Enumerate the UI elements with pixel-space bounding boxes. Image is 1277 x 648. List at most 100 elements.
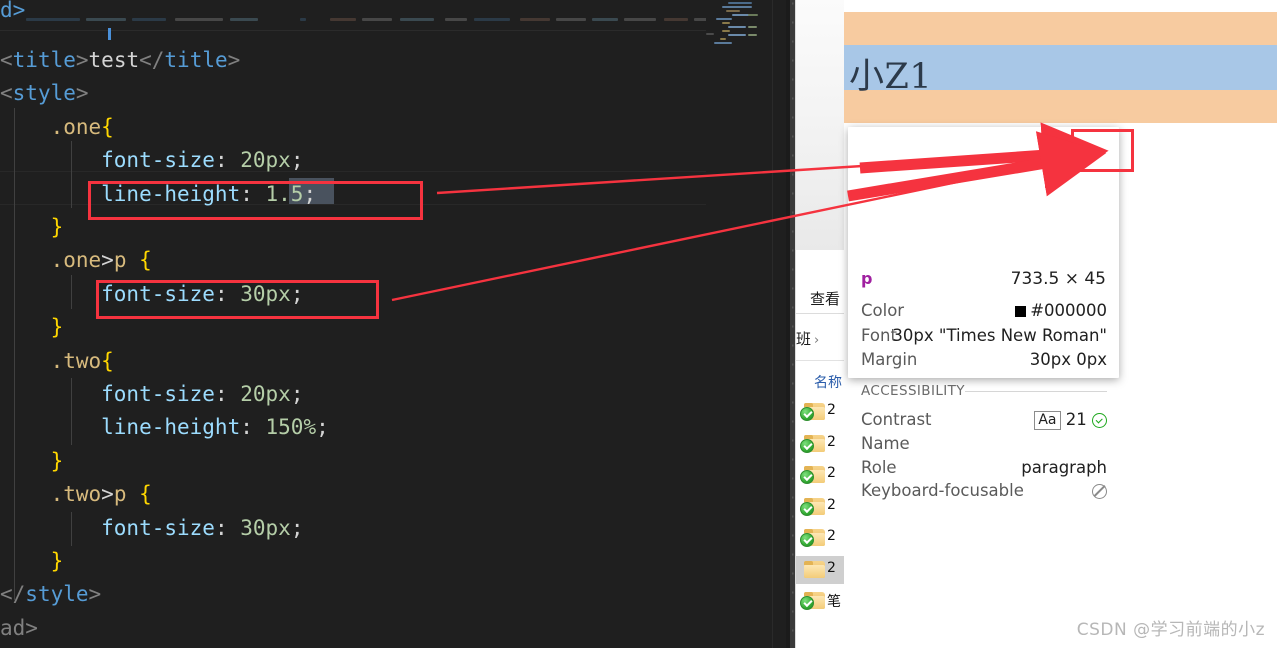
tooltip-font-value: 30px "Times New Roman" (892, 326, 1107, 345)
code-token: { (101, 348, 114, 373)
explorer-breadcrumb[interactable]: 班 › (796, 328, 844, 349)
code-token: > (25, 615, 38, 640)
tooltip-contrast-value: Aa 21 (1034, 410, 1107, 430)
tooltip-role-value: paragraph (1021, 458, 1107, 477)
code-line[interactable]: .two{ (0, 345, 710, 378)
code-token: > (88, 582, 102, 607)
code-line[interactable]: line-height: 150%; (0, 411, 710, 444)
explorer-item-name: 2 (827, 528, 836, 544)
code-token: p (113, 248, 127, 273)
devtools-margin-overlay-top (844, 12, 1277, 45)
code-token: } (0, 215, 64, 239)
explorer-item-name: 2 (827, 496, 836, 513)
explorer-item-name: 2 (827, 559, 836, 576)
tooltip-name-key: Name (861, 434, 910, 453)
code-line[interactable]: .one>p { (0, 244, 710, 277)
sync-check-icon (800, 438, 814, 453)
code-line[interactable]: <title>test</title> (0, 44, 710, 77)
tooltip-row-role: Role paragraph (861, 458, 1107, 483)
explorer-item-name: 2 (827, 465, 836, 481)
code-token: } (0, 448, 64, 473)
tooltip-row-font: Font 30px "Times New Roman" (861, 326, 1107, 351)
explorer-list-item[interactable]: 2 (796, 430, 844, 458)
code-token: style (12, 81, 76, 106)
code-token: test (88, 48, 140, 72)
explorer-list-item[interactable]: 2 (796, 524, 844, 552)
page-paragraph-1: 小Z1 (849, 57, 933, 97)
annotation-box-dimensions (1071, 129, 1134, 172)
code-token: } (0, 549, 64, 573)
code-line[interactable]: .two>p { (0, 478, 710, 511)
folder-icon (804, 560, 825, 578)
code-token: > (101, 482, 114, 507)
tooltip-row-color: Color #000000 (861, 301, 1107, 326)
code-token: font-size (0, 515, 215, 540)
code-token: : (240, 415, 266, 440)
code-line[interactable]: ad> (0, 612, 710, 645)
code-line[interactable]: font-size: 30px; (0, 512, 710, 545)
sync-check-icon (800, 501, 814, 516)
color-swatch-icon (1015, 306, 1027, 317)
editor-minimap[interactable] (706, 0, 768, 648)
sync-check-icon (800, 470, 814, 484)
code-line[interactable]: .one{ (0, 111, 710, 144)
editor-vertical-scrollbar[interactable] (772, 0, 787, 648)
explorer-list-item[interactable]: 2 (796, 493, 844, 521)
code-token: : (214, 382, 241, 406)
tooltip-dimensions: 733.5 × 45 (1010, 269, 1106, 289)
code-editor-pane[interactable]: d> <title>test</title> <style> .one{fon… (0, 0, 790, 648)
code-token: < (0, 81, 13, 106)
chevron-right-icon: › (814, 333, 820, 348)
code-line[interactable]: } (0, 445, 710, 478)
code-token: 150% (265, 415, 317, 440)
code-token: > (75, 81, 89, 106)
tooltip-color-key: Color (861, 301, 905, 320)
code-token: 20px (240, 382, 291, 406)
code-line[interactable]: </style> (0, 578, 710, 611)
explorer-list-item[interactable]: 2 (796, 555, 844, 584)
code-token: p (113, 482, 127, 507)
explorer-item-name: 笔 (827, 594, 841, 610)
explorer-column-header-name[interactable]: 名称 (796, 372, 844, 392)
tooltip-margin-key: Margin (861, 350, 918, 369)
explorer-item-name: 2 (827, 402, 836, 418)
tooltip-margin-value: 30px 0px (1029, 350, 1107, 369)
tooltip-row-keyboard-focusable: Keyboard-focusable (861, 481, 1107, 506)
tooltip-accessibility-rule (965, 391, 1107, 392)
file-explorer-window[interactable]: 查看 班 › 名称 2 2 2 2 2 2 笔 (795, 0, 845, 648)
tooltip-accessibility-header: ACCESSIBILITY (861, 383, 965, 399)
code-token: ad (0, 615, 26, 640)
sync-check-icon (800, 407, 814, 421)
code-line[interactable]: font-size: 20px; (0, 378, 710, 411)
tooltip-color-value: #000000 (1015, 301, 1107, 320)
code-line[interactable]: } (0, 545, 710, 578)
code-token: title (164, 48, 228, 72)
code-token: { (101, 114, 114, 139)
tooltip-role-key: Role (861, 458, 897, 477)
explorer-list-item[interactable]: 2 (796, 398, 844, 426)
screenshot-stage: d> <title>test</title> <style> .one{fon… (0, 0, 1277, 648)
code-token: { (139, 482, 152, 507)
code-token: font-size (0, 148, 215, 173)
code-token: .one (0, 248, 102, 273)
explorer-list-item[interactable]: 2 (796, 461, 844, 489)
explorer-list-item[interactable]: 笔 (796, 587, 844, 615)
explorer-tab-view[interactable]: 查看 (796, 288, 844, 309)
editor-code-lines[interactable]: <title>test</title> <style> .one{ font-si… (0, 0, 710, 648)
code-token: } (0, 315, 64, 340)
code-token: > (75, 48, 89, 72)
code-token: </ (0, 582, 26, 607)
code-line[interactable]: font-size: 20px; (0, 144, 710, 177)
code-token: </ (139, 48, 165, 72)
code-token: > (101, 248, 114, 273)
code-line[interactable]: <style> (0, 77, 710, 110)
explorer-ribbon (796, 0, 844, 250)
tooltip-keyboard-key: Keyboard-focusable (861, 481, 1024, 500)
csdn-watermark: CSDN @学习前端的小z (1076, 620, 1265, 640)
code-token: style (25, 582, 89, 607)
code-token: .two (0, 482, 102, 507)
code-token: line-height (0, 415, 241, 440)
contrast-aa-badge: Aa (1034, 411, 1061, 430)
code-token: .one (0, 114, 102, 139)
